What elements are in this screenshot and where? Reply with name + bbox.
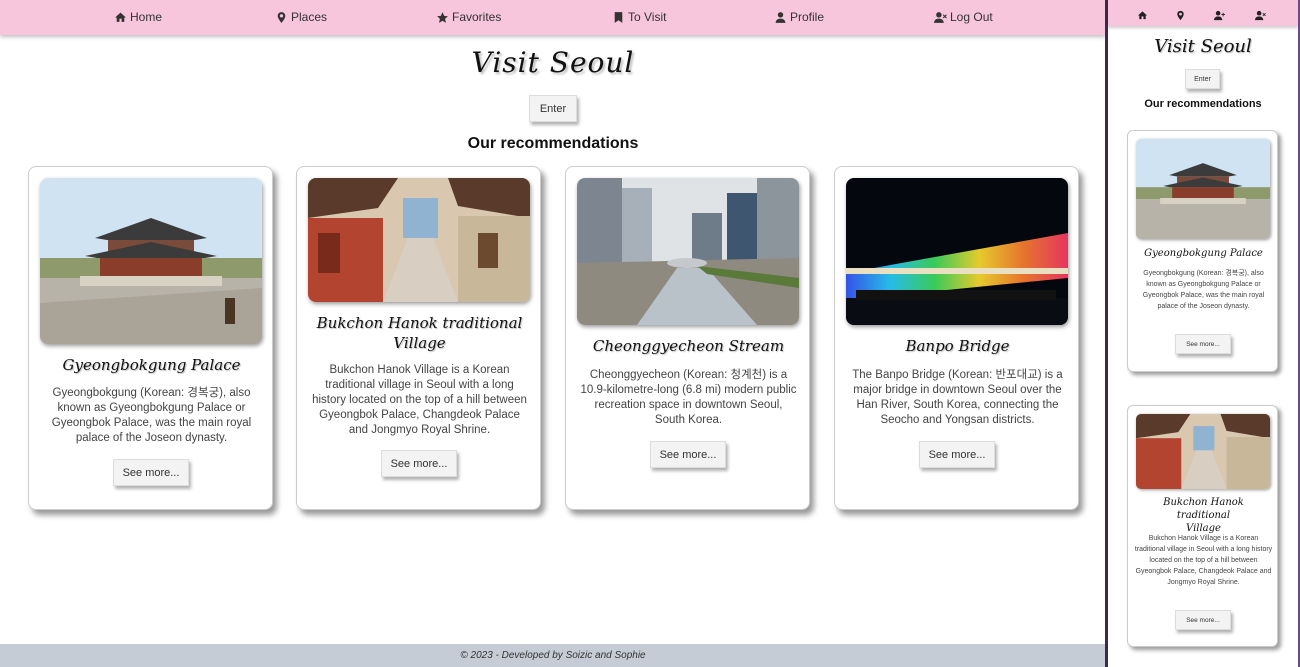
card-title: Cheonggyecheon Stream bbox=[592, 337, 785, 355]
nav-places-label: Places bbox=[291, 10, 328, 24]
stream-photo bbox=[577, 178, 799, 325]
user-x-icon bbox=[934, 11, 947, 24]
mobile-nav-home[interactable] bbox=[1137, 7, 1148, 25]
mobile-navbar bbox=[1108, 0, 1298, 26]
mobile-nav-signup[interactable] bbox=[1214, 7, 1225, 25]
mobile-card-title: Gyeongbokgung Palace bbox=[1144, 248, 1263, 259]
footer: © 2023 - Developed by Soizic and Sophie bbox=[0, 644, 1106, 667]
nav-profile[interactable]: Profile bbox=[774, 10, 824, 24]
see-more-button[interactable]: See more... bbox=[381, 450, 457, 477]
bridge-photo bbox=[846, 178, 1068, 325]
mobile-card-bukchon: Bukchon Hanok traditional Village Bukcho… bbox=[1127, 405, 1278, 647]
nav-to-visit[interactable]: To Visit bbox=[612, 10, 666, 24]
enter-button[interactable]: Enter bbox=[529, 95, 577, 122]
desktop-view: Home Places Favorites To Visit Profile L… bbox=[0, 0, 1106, 667]
mobile-enter-button[interactable]: Enter bbox=[1185, 69, 1220, 89]
nav-logout[interactable]: Log Out bbox=[934, 10, 993, 24]
nav-home[interactable]: Home bbox=[114, 10, 162, 24]
page-title: Visit Seoul bbox=[471, 46, 635, 79]
card-title: Banpo Bridge bbox=[905, 337, 1010, 355]
nav-profile-label: Profile bbox=[790, 10, 825, 24]
place-card-banpo: Banpo Bridge The Banpo Bridge (Korean: 반… bbox=[834, 166, 1079, 510]
mobile-see-more-button[interactable]: See more... bbox=[1175, 610, 1231, 630]
mobile-nav-logout[interactable] bbox=[1255, 7, 1266, 25]
mobile-card-title: Bukchon Hanok traditional Village bbox=[1163, 497, 1244, 534]
footer-text: © 2023 - Developed by Soizic and Sophie bbox=[460, 650, 646, 661]
card-description: Cheonggyecheon (Korean: 청계천) is a 10.9-k… bbox=[580, 369, 797, 426]
map-pin-icon bbox=[275, 11, 288, 24]
see-more-button[interactable]: See more... bbox=[650, 441, 726, 468]
bookmark-icon bbox=[612, 11, 625, 24]
place-card-gyeongbokgung: Gyeongbokgung Palace Gyeongbokgung (Kore… bbox=[28, 166, 273, 510]
palace-photo bbox=[40, 178, 262, 344]
star-icon bbox=[436, 11, 449, 24]
nav-favorites-label: Favorites bbox=[452, 10, 502, 24]
mobile-preview: Visit Seoul Enter Our recommendations Gy… bbox=[1108, 0, 1298, 667]
mobile-page-title: Visit Seoul bbox=[1154, 36, 1252, 57]
village-photo bbox=[1136, 414, 1270, 489]
user-icon bbox=[774, 11, 787, 24]
card-title: Bukchon Hanok traditional Village bbox=[316, 314, 523, 352]
palace-photo bbox=[1136, 139, 1270, 239]
place-card-cheonggyecheon: Cheonggyecheon Stream Cheonggyecheon (Ko… bbox=[565, 166, 810, 510]
user-plus-icon bbox=[1214, 10, 1225, 21]
top-navbar: Home Places Favorites To Visit Profile L… bbox=[0, 0, 1106, 35]
nav-home-label: Home bbox=[130, 10, 163, 24]
mobile-see-more-button[interactable]: See more... bbox=[1175, 334, 1231, 354]
home-icon bbox=[1137, 10, 1148, 21]
map-pin-icon bbox=[1175, 10, 1186, 21]
see-more-button[interactable]: See more... bbox=[919, 441, 995, 468]
mobile-nav-places[interactable] bbox=[1175, 7, 1186, 25]
mobile-recommendations-heading: Our recommendations bbox=[1144, 98, 1262, 110]
recommendations-heading: Our recommendations bbox=[467, 135, 639, 152]
user-x-icon bbox=[1255, 10, 1266, 21]
card-description: The Banpo Bridge (Korean: 반포대교) is a maj… bbox=[852, 369, 1063, 426]
nav-places[interactable]: Places bbox=[275, 10, 327, 24]
mobile-card-gyeongbokgung: Gyeongbokgung Palace Gyeongbokgung (Kore… bbox=[1127, 130, 1278, 372]
card-description: Bukchon Hanok Village is a Korean tradit… bbox=[312, 364, 527, 436]
nav-logout-label: Log Out bbox=[950, 10, 993, 24]
place-card-bukchon: Bukchon Hanok traditional Village Bukcho… bbox=[296, 166, 541, 510]
home-icon bbox=[114, 11, 127, 24]
mobile-card-description: Gyeongbokgung (Korean: 경복궁), also known … bbox=[1142, 270, 1265, 310]
card-title: Gyeongbokgung Palace bbox=[62, 356, 241, 374]
nav-favorites[interactable]: Favorites bbox=[436, 10, 501, 24]
card-description: Gyeongbokgung (Korean: 경복궁), also known … bbox=[51, 387, 252, 444]
see-more-button[interactable]: See more... bbox=[113, 459, 189, 486]
village-photo bbox=[308, 178, 530, 302]
nav-to-visit-label: To Visit bbox=[628, 10, 667, 24]
mobile-card-description: Bukchon Hanok Village is a Korean tradit… bbox=[1134, 535, 1273, 586]
